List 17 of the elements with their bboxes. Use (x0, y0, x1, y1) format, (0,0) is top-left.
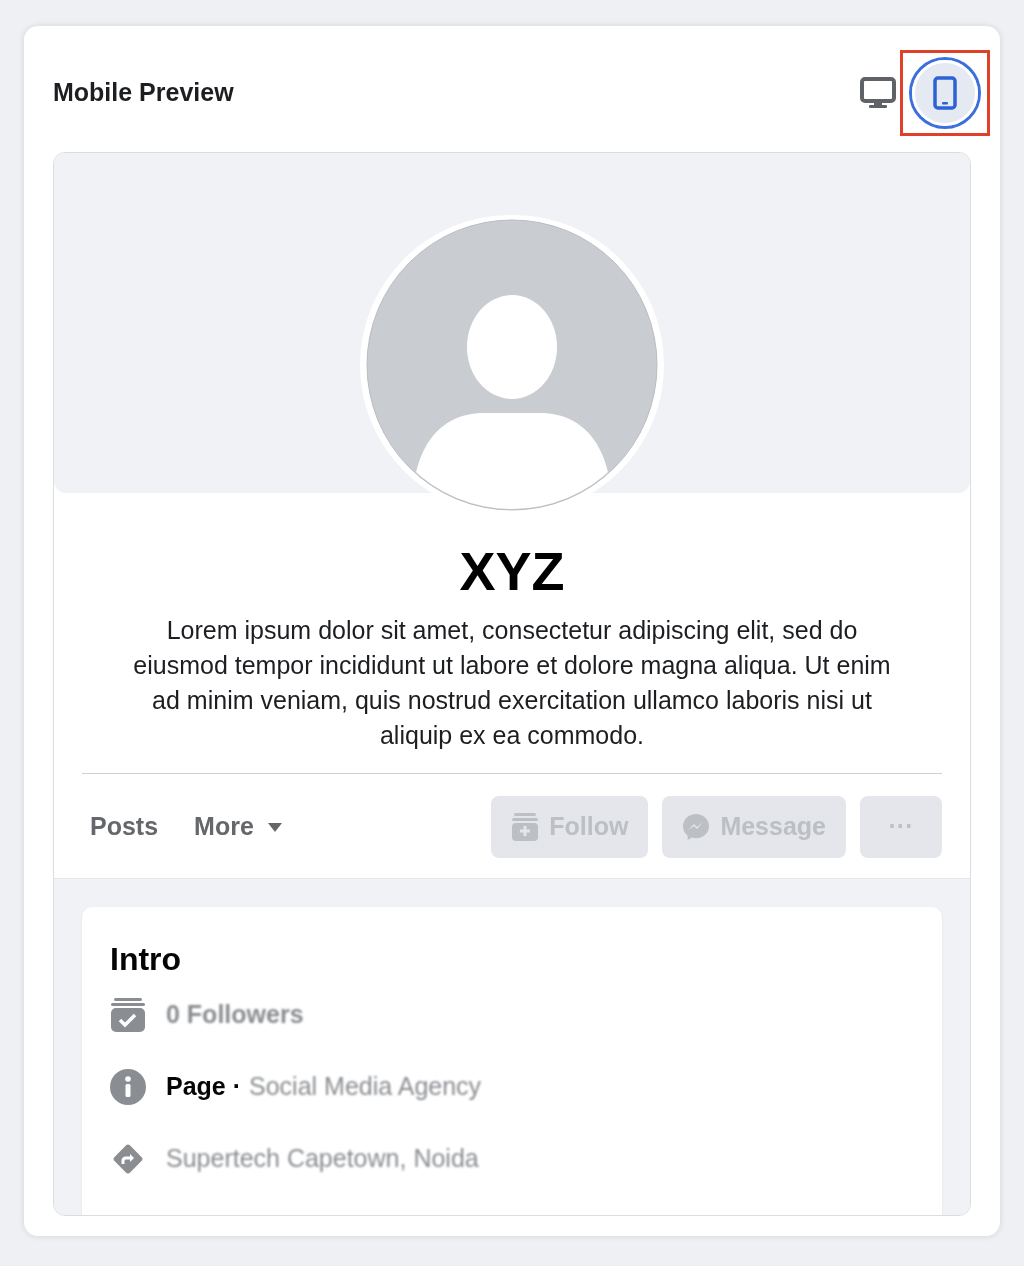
posts-tab[interactable]: Posts (82, 800, 167, 854)
page-category: Social Media Agency (249, 1071, 482, 1103)
address-text: Supertech Capetown, Noida (166, 1143, 479, 1175)
intro-title: Intro (110, 940, 183, 979)
more-tab[interactable]: More (186, 800, 290, 854)
chat-bubble-icon (682, 813, 711, 841)
checkbox-stack-icon (110, 998, 146, 1032)
monitor-icon (860, 77, 896, 109)
preview-title: Mobile Preview (53, 77, 234, 109)
caret-icon (267, 822, 282, 832)
info-icon (110, 1069, 146, 1105)
phone-icon (933, 76, 957, 110)
followers-count: 0 Followers (166, 999, 304, 1031)
page-name: XYZ (459, 541, 565, 601)
plus-box-icon (511, 813, 540, 841)
page-description: Lorem ipsum dolor sit amet, consectetur adipiscing elit, sed do eiusmod tempor incididunt ut labore et dolore magna aliqua. Ut enim ad minim veniam, quis nostrud exercitation ullamco laboris nisi ut aliquip ex ea commodo. (132, 615, 892, 751)
intro-label: Page · (166, 1071, 242, 1103)
